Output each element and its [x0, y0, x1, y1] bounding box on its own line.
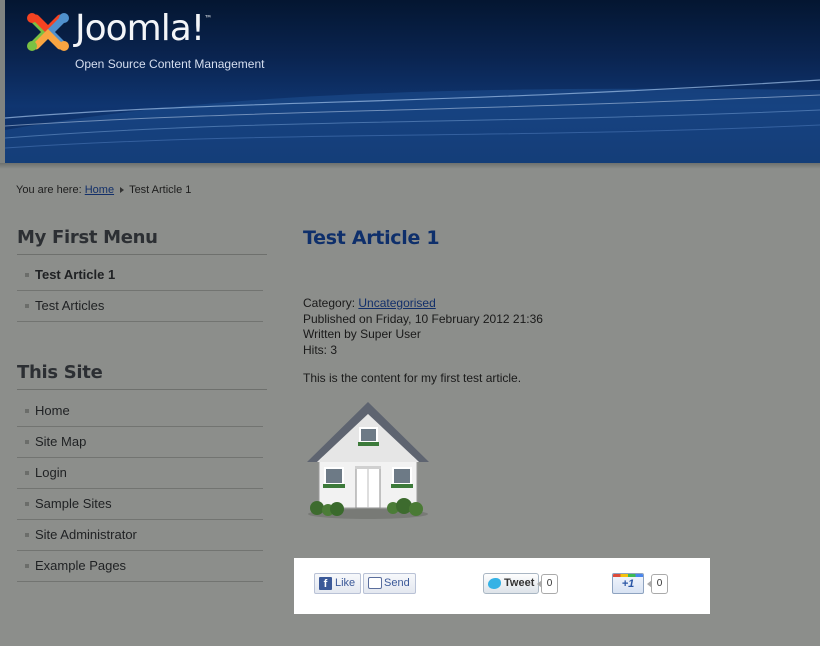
- menu-item-example-pages[interactable]: Example Pages: [17, 551, 263, 582]
- tweet-label: Tweet: [504, 577, 535, 589]
- menu-title-divider: [17, 254, 267, 255]
- menu-item-test-article-1[interactable]: Test Article 1: [17, 260, 263, 291]
- gplus-label: +1: [621, 578, 635, 590]
- logo-trademark: ™: [204, 14, 212, 23]
- menu-bullet-icon: [25, 440, 29, 444]
- breadcrumb-prefix: You are here:: [16, 184, 82, 196]
- article-body-text: This is the content for my first test ar…: [303, 371, 522, 385]
- menu-bullet-icon: [25, 471, 29, 475]
- menu-item-label[interactable]: Site Administrator: [35, 527, 137, 542]
- joomla-logo-icon[interactable]: [24, 8, 72, 56]
- article-title[interactable]: Test Article 1: [303, 227, 440, 249]
- menu-item-label[interactable]: Sample Sites: [35, 496, 112, 511]
- fb-like-label: Like: [335, 577, 356, 589]
- twitter-bird-icon: [488, 578, 501, 589]
- this-site-menu: Home Site Map Login Sample Sites Site Ad…: [17, 396, 263, 582]
- site-tagline: Open Source Content Management: [75, 57, 265, 71]
- my-first-menu: Test Article 1 Test Articles: [17, 260, 263, 322]
- facebook-like-button[interactable]: f Like: [314, 573, 362, 594]
- menu-bullet-icon: [25, 304, 29, 308]
- breadcrumb-arrow-icon: [120, 187, 125, 193]
- facebook-icon: f: [319, 577, 332, 590]
- logo-wordmark[interactable]: Joomla!: [75, 8, 205, 49]
- header-shadow: [0, 163, 820, 169]
- menu-bullet-icon: [25, 533, 29, 537]
- tweet-button[interactable]: Tweet: [483, 573, 540, 594]
- menu-item-label[interactable]: Example Pages: [35, 558, 126, 573]
- tweet-count: 0: [537, 574, 558, 594]
- google-plus-one-button[interactable]: +1: [612, 573, 644, 594]
- menu-item-label[interactable]: Test Articles: [35, 298, 104, 313]
- google-plus-icon: [613, 574, 643, 577]
- menu-title-my-first-menu: My First Menu: [17, 227, 158, 248]
- menu-item-login[interactable]: Login: [17, 458, 263, 489]
- menu-item-home[interactable]: Home: [17, 396, 263, 427]
- social-share-bar: f Like Send Tweet 0 +1 0: [294, 558, 710, 614]
- site-header: Joomla!™ Open Source Content Management: [5, 0, 820, 163]
- fb-send-label: Send: [384, 577, 410, 589]
- menu-title-divider: [17, 389, 267, 390]
- category-label: Category:: [303, 296, 356, 310]
- article-category: Category: Uncategorised: [303, 296, 543, 312]
- article-published-date: Published on Friday, 10 February 2012 21…: [303, 311, 543, 326]
- menu-item-label[interactable]: Test Article 1: [35, 267, 115, 282]
- article-info: Category: Uncategorised Published on Fri…: [303, 296, 543, 358]
- menu-item-label[interactable]: Site Map: [35, 434, 86, 449]
- menu-item-sample-sites[interactable]: Sample Sites: [17, 489, 263, 520]
- menu-item-site-map[interactable]: Site Map: [17, 427, 263, 458]
- menu-title-this-site: This Site: [17, 362, 103, 383]
- menu-item-label[interactable]: Login: [35, 465, 67, 480]
- menu-item-site-administrator[interactable]: Site Administrator: [17, 520, 263, 551]
- menu-bullet-icon: [25, 273, 29, 277]
- gplus-count: 0: [647, 574, 668, 594]
- site-logo-text[interactable]: Joomla!™: [75, 8, 212, 49]
- house-image: [307, 402, 429, 519]
- breadcrumb-current: Test Article 1: [129, 184, 192, 196]
- article-hits: Hits: 3: [303, 342, 338, 357]
- breadcrumb: You are here: Home Test Article 1: [16, 184, 191, 196]
- menu-bullet-icon: [25, 564, 29, 568]
- menu-bullet-icon: [25, 502, 29, 506]
- facebook-send-button[interactable]: Send: [363, 573, 416, 594]
- category-link[interactable]: Uncategorised: [358, 296, 435, 310]
- breadcrumb-home-link[interactable]: Home: [85, 184, 114, 196]
- menu-bullet-icon: [25, 409, 29, 413]
- send-icon: [368, 577, 382, 589]
- article-author: Written by Super User: [303, 327, 421, 341]
- menu-item-label[interactable]: Home: [35, 403, 70, 418]
- menu-item-test-articles[interactable]: Test Articles: [17, 291, 263, 322]
